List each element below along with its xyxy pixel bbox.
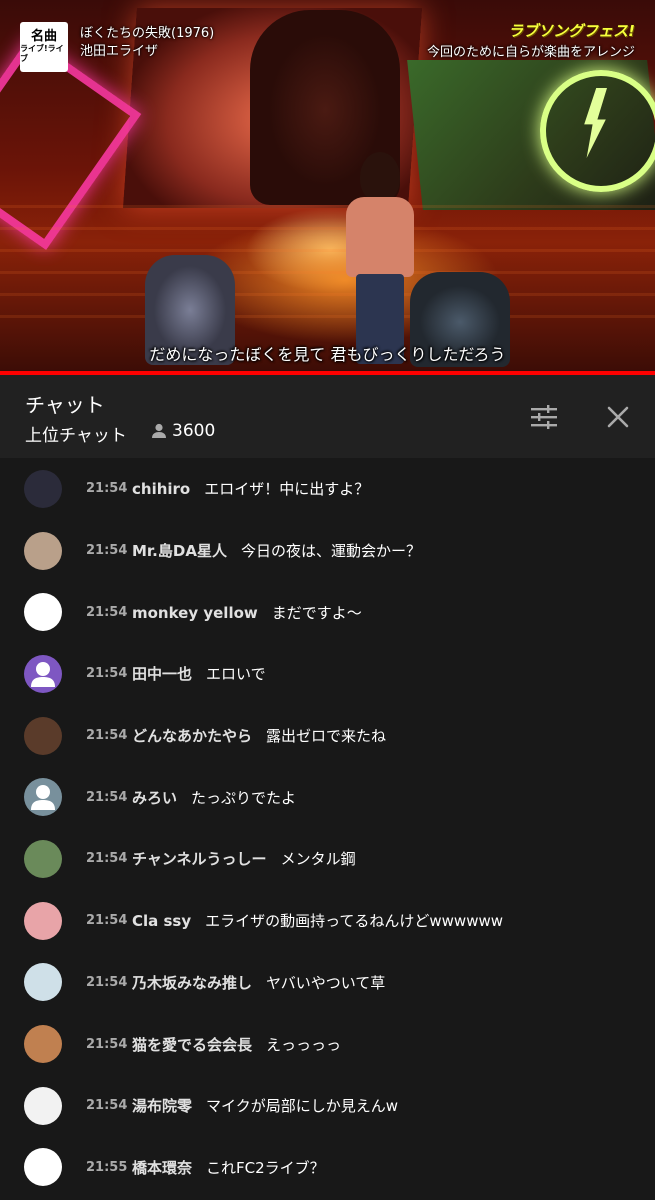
chat-message[interactable]: 21:54 チャンネルうっしー メンタル鋼	[0, 828, 655, 890]
video-singer	[338, 152, 422, 367]
author-avatar[interactable]	[24, 901, 62, 940]
message-timestamp: 21:54	[86, 789, 128, 805]
person-icon	[152, 423, 166, 438]
chat-message[interactable]: 21:54 chihiro エロイザ！中に出すよ？	[0, 458, 655, 520]
artist-name: 池田エライザ	[80, 44, 159, 59]
message-text: メンタル鋼	[280, 850, 356, 869]
author-avatar[interactable]	[24, 593, 62, 632]
message-line: 橋本環奈 これFC2ライブ？	[132, 1157, 325, 1178]
message-line: 猫を愛でる会会長 えっっっっ	[132, 1034, 341, 1055]
message-text: たっぷりでたよ	[191, 788, 297, 807]
message-timestamp: 21:54	[86, 913, 128, 929]
tune-icon	[531, 405, 557, 429]
message-author[interactable]: どんなあかたやら	[132, 725, 252, 746]
show-logo: 名曲 ライブ!ライブ	[20, 22, 68, 72]
message-timestamp: 21:54	[86, 974, 128, 990]
chat-filter-button[interactable]	[524, 397, 564, 437]
chat-message[interactable]: 21:54 monkey yellow まだですよ〜	[0, 581, 655, 643]
message-line: どんなあかたやら 露出ゼロで来たね	[132, 725, 386, 746]
message-line: Mr.島DA星人 今日の夜は、運動会かー？	[132, 540, 421, 561]
video-caption: だめになったぼくを見て 君もびっくりしただろう	[149, 345, 506, 364]
show-subtitle: 今回のために自らが楽曲をアレンジ	[426, 45, 635, 60]
author-avatar[interactable]	[24, 1148, 62, 1187]
show-logo-line2: ライブ!ライブ	[20, 44, 64, 63]
message-author[interactable]: 橋本環奈	[132, 1157, 192, 1178]
message-text: マイクが局部にしか見えんw	[206, 1097, 398, 1116]
author-avatar[interactable]	[24, 1086, 62, 1125]
message-text: エロいで	[206, 665, 266, 684]
close-chat-button[interactable]	[598, 397, 638, 437]
message-line: 湯布院零 マイクが局部にしか見えんw	[132, 1095, 398, 1116]
message-author[interactable]: 猫を愛でる会会長	[132, 1034, 252, 1055]
chat-message-list[interactable]: 21:54 chihiro エロイザ！中に出すよ？ 21:54 Mr.島DA星人 今日の夜…	[0, 458, 655, 1200]
message-timestamp: 21:54	[86, 851, 128, 867]
message-author[interactable]: 湯布院零	[132, 1095, 192, 1116]
chat-message[interactable]: 21:54 乃木坂みなみ推し ヤバいやついて草	[0, 952, 655, 1014]
message-timestamp: 21:54	[86, 604, 128, 620]
video-stage	[0, 205, 655, 325]
message-line: monkey yellow まだですよ〜	[132, 602, 362, 623]
chat-message[interactable]: 21:54 猫を愛でる会会長 えっっっっ	[0, 1013, 655, 1075]
chat-message[interactable]: 21:54 田中一也 エロいで	[0, 643, 655, 705]
message-line: チャンネルうっしー メンタル鋼	[132, 848, 356, 869]
chat-mode-selector[interactable]: 上位チャット	[25, 421, 127, 446]
chat-title: チャット	[25, 393, 105, 417]
message-line: chihiro エロイザ！中に出すよ？	[132, 478, 369, 499]
author-avatar[interactable]	[24, 531, 62, 570]
message-author[interactable]: みろい	[132, 787, 177, 808]
live-chat-screen: 名曲 ライブ!ライブ ぼくたちの失敗(1976) 池田エライザ ラブソングフェス…	[0, 0, 655, 1200]
message-author[interactable]: チャンネルうっしー	[132, 848, 267, 869]
message-author[interactable]: Cla ssy	[132, 912, 191, 930]
message-timestamp: 21:54	[86, 728, 128, 744]
chat-message[interactable]: 21:55 橋本環奈 これFC2ライブ？	[0, 1137, 655, 1199]
message-line: みろい たっぷりでたよ	[132, 787, 296, 808]
message-author[interactable]: 乃木坂みなみ推し	[132, 972, 252, 993]
message-author[interactable]: 田中一也	[132, 663, 192, 684]
chat-message[interactable]: 21:54 湯布院零 マイクが局部にしか見えんw	[0, 1075, 655, 1137]
show-title: ラブソングフェス!	[508, 22, 635, 40]
message-author[interactable]: Mr.島DA星人	[132, 540, 227, 561]
author-avatar[interactable]	[24, 654, 62, 693]
author-avatar[interactable]	[24, 778, 62, 817]
message-line: 乃木坂みなみ推し ヤバいやついて草	[132, 972, 385, 993]
message-text: ヤバいやついて草	[266, 973, 386, 992]
author-avatar[interactable]	[24, 839, 62, 878]
author-avatar[interactable]	[24, 1025, 62, 1064]
message-text: エライザの動画持ってるねんけどwwwwww	[205, 912, 504, 931]
message-timestamp: 21:54	[86, 543, 128, 559]
viewer-count: 3600	[150, 421, 215, 441]
message-text: えっっっっ	[266, 1035, 342, 1054]
chat-header: チャット 上位チャット 3600	[0, 375, 655, 458]
message-timestamp: 21:54	[86, 1098, 128, 1114]
message-line: 田中一也 エロいで	[132, 663, 266, 684]
message-timestamp: 21:54	[86, 666, 128, 682]
chat-message[interactable]: 21:54 Cla ssy エライザの動画持ってるねんけどwwwwww	[0, 890, 655, 952]
author-avatar[interactable]	[24, 469, 62, 508]
chat-message[interactable]: 21:54 どんなあかたやら 露出ゼロで来たね	[0, 705, 655, 767]
message-timestamp: 21:54	[86, 1036, 128, 1052]
message-author[interactable]: monkey yellow	[132, 604, 258, 622]
video-player[interactable]: 名曲 ライブ!ライブ ぼくたちの失敗(1976) 池田エライザ ラブソングフェス…	[0, 0, 655, 373]
chat-message[interactable]: 21:54 みろい たっぷりでたよ	[0, 766, 655, 828]
author-avatar[interactable]	[24, 716, 62, 755]
message-text: エロイザ！中に出すよ？	[204, 480, 370, 499]
chat-message[interactable]: 21:54 Mr.島DA星人 今日の夜は、運動会かー？	[0, 520, 655, 582]
message-author[interactable]: chihiro	[132, 480, 190, 498]
show-logo-line1: 名曲	[30, 29, 57, 44]
song-title: ぼくたちの失敗(1976)	[80, 26, 215, 41]
message-text: 今日の夜は、運動会かー？	[240, 542, 421, 561]
message-text: まだですよ〜	[271, 603, 362, 622]
close-icon	[607, 406, 629, 428]
message-timestamp: 21:54	[86, 481, 128, 497]
message-line: Cla ssy エライザの動画持ってるねんけどwwwwww	[132, 910, 503, 931]
message-text: 露出ゼロで来たね	[266, 727, 387, 746]
message-text: これFC2ライブ？	[206, 1158, 325, 1177]
viewer-count-value: 3600	[172, 421, 216, 441]
message-timestamp: 21:55	[86, 1159, 128, 1175]
author-avatar[interactable]	[24, 963, 62, 1002]
